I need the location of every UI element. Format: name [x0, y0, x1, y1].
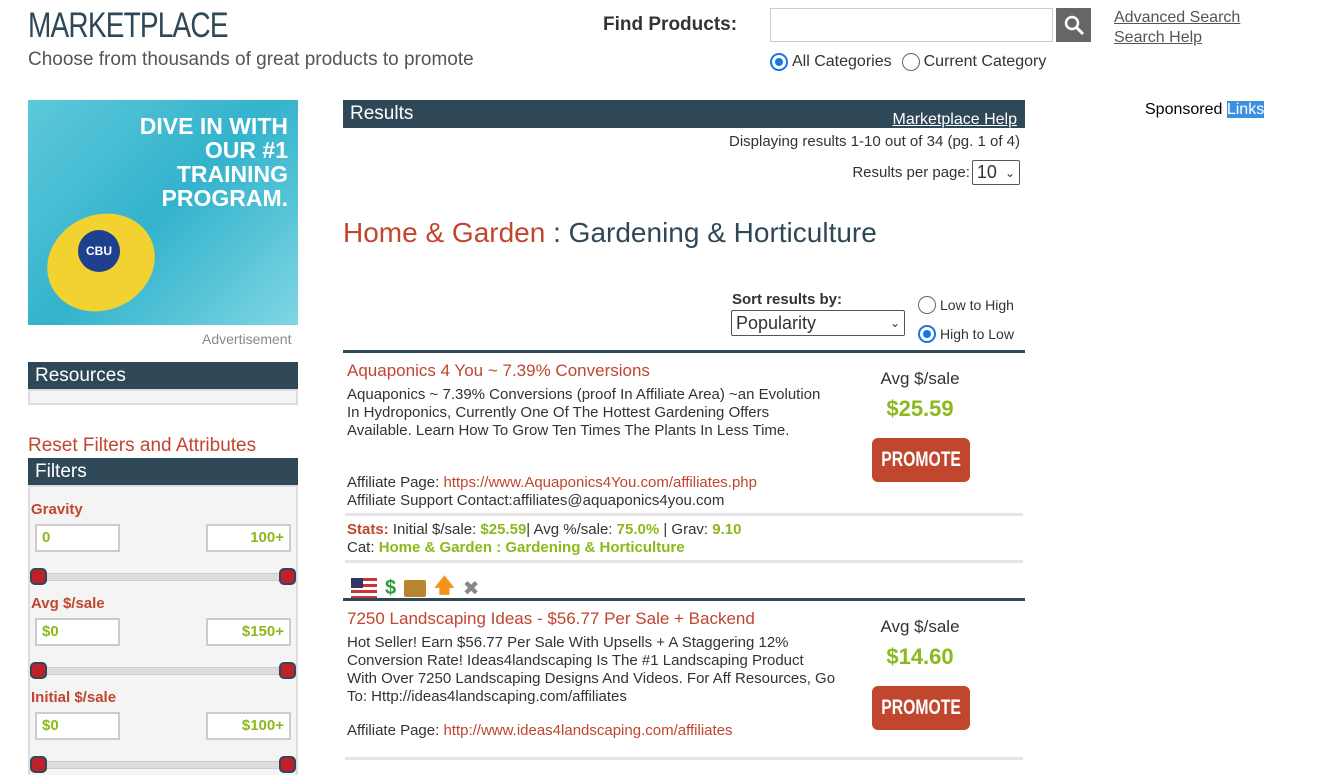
gravity-label: Gravity — [31, 501, 83, 518]
results-title: Results — [350, 103, 414, 124]
high-to-low-radio[interactable] — [918, 325, 936, 343]
all-categories-label: All Categories — [792, 53, 892, 70]
affiliate-page-label: Affiliate Page: — [347, 722, 444, 739]
product-item: Aquaponics 4 You ~ 7.39% Conversions Aqu… — [343, 350, 1025, 600]
slider-handle-min[interactable] — [30, 662, 47, 679]
resources-header: Resources — [28, 362, 298, 389]
high-to-low-label: High to Low — [940, 326, 1014, 342]
divider — [345, 560, 1023, 563]
breadcrumb: Home & Garden : Gardening & Horticulture — [343, 217, 877, 249]
chevron-down-icon: ⌄ — [889, 316, 900, 330]
current-category-radio[interactable] — [901, 53, 920, 71]
avg-sale-label: Avg $/sale — [31, 595, 105, 612]
gravity-max-input[interactable]: 100+ — [206, 524, 291, 552]
sort-label: Sort results by: — [732, 291, 843, 308]
filters-panel: Gravity 0 100+ Avg $/sale $0 $150+ Initi… — [28, 485, 298, 775]
page-title: MARKETPLACE — [28, 6, 228, 45]
initial-sale-max-input[interactable]: $100+ — [206, 712, 291, 740]
affiliate-page-link[interactable]: https://www.Aquaponics4You.com/affiliate… — [443, 474, 757, 491]
divider — [345, 513, 1023, 516]
product-item: 7250 Landscaping Ideas - $56.77 Per Sale… — [343, 598, 1025, 768]
slider-handle-max[interactable] — [279, 662, 296, 679]
initial-label: Initial $/sale: — [388, 521, 481, 538]
advertisement-banner[interactable]: DIVE IN WITH OUR #1 TRAINING PROGRAM. CB… — [28, 100, 298, 325]
cat-value[interactable]: Home & Garden : Gardening & Horticulture — [379, 539, 685, 556]
promote-button[interactable]: PROMOTE — [872, 438, 970, 482]
chevron-down-icon: ⌄ — [1004, 165, 1015, 180]
box-icon — [404, 579, 427, 597]
per-page-value: 10 — [976, 162, 997, 182]
divider — [345, 757, 1023, 760]
avg-sale-value: $14.60 — [886, 644, 954, 669]
affiliate-support: Affiliate Support Contact:affiliates@aqu… — [347, 492, 725, 509]
tools-icon: ✖ — [462, 577, 480, 600]
promote-button[interactable]: PROMOTE — [872, 686, 970, 730]
slider-handle-min[interactable] — [30, 568, 47, 585]
search-button[interactable] — [1056, 8, 1091, 42]
product-stats: Stats: Initial $/sale: $25.59| Avg %/sal… — [347, 521, 741, 557]
avg-pct-label: | Avg %/sale: — [526, 521, 617, 538]
find-products-label: Find Products: — [603, 14, 738, 35]
resources-box — [28, 389, 298, 405]
low-to-high-radio[interactable] — [918, 296, 936, 314]
product-title[interactable]: 7250 Landscaping Ideas - $56.77 Per Sale… — [347, 609, 755, 629]
slider-handle-max[interactable] — [279, 568, 296, 585]
initial-sale-slider[interactable] — [30, 756, 296, 773]
low-to-high-label: Low to High — [940, 297, 1014, 313]
advanced-search-link[interactable]: Advanced Search — [1114, 8, 1240, 28]
slider-handle-min[interactable] — [30, 756, 47, 773]
product-description: Hot Seller! Earn $56.77 Per Sale With Up… — [347, 634, 836, 705]
avg-sale-min-input[interactable]: $0 — [35, 618, 120, 646]
links-label[interactable]: Links — [1226, 101, 1265, 118]
slider-handle-max[interactable] — [279, 756, 296, 773]
results-count: Displaying results 1-10 out of 34 (pg. 1… — [729, 133, 1020, 150]
avg-sale-label: Avg $/sale — [880, 617, 960, 636]
sponsored-links: Sponsored Links — [1145, 101, 1265, 119]
advertisement-label: Advertisement — [202, 331, 292, 347]
gravity-min-input[interactable]: 0 — [35, 524, 120, 552]
affiliate-page-link[interactable]: http://www.ideas4landscaping.com/affilia… — [443, 722, 732, 739]
us-flag-icon — [351, 578, 377, 598]
avg-sale-value: $25.59 — [886, 396, 954, 421]
breadcrumb-parent[interactable]: Home & Garden — [343, 217, 545, 248]
initial-value: $25.59 — [480, 521, 527, 538]
promote-label: PROMOTE — [881, 696, 961, 719]
promote-label: PROMOTE — [881, 448, 961, 471]
all-categories-radio[interactable] — [770, 53, 788, 71]
stats-label: Stats: — [347, 521, 389, 538]
avg-sale-slider[interactable] — [30, 662, 296, 679]
product-description: Aquaponics ~ 7.39% Conversions (proof In… — [347, 386, 821, 439]
per-page-select[interactable]: 10 ⌄ — [971, 160, 1020, 185]
avg-sale-max-input[interactable]: $150+ — [206, 618, 291, 646]
avg-sale-label: Avg $/sale — [880, 369, 960, 388]
marketplace-help-link[interactable]: Marketplace Help — [893, 106, 1018, 128]
initial-sale-label: Initial $/sale — [31, 689, 117, 706]
tagline: Choose from thousands of great products … — [28, 49, 474, 70]
cat-label: Cat: — [347, 539, 379, 556]
sort-value: Popularity — [736, 312, 817, 333]
product-title[interactable]: Aquaponics 4 You ~ 7.39% Conversions — [347, 361, 650, 381]
avg-pct-value: 75.0% — [616, 521, 660, 538]
search-input[interactable] — [770, 8, 1053, 42]
gravity-slider[interactable] — [30, 568, 296, 585]
search-icon — [1064, 15, 1084, 36]
breadcrumb-separator: : — [545, 217, 569, 248]
ad-text: DIVE IN WITH OUR #1 TRAINING PROGRAM. — [139, 113, 288, 211]
results-header: Results Marketplace Help — [343, 100, 1025, 128]
grav-label: | Grav: — [659, 521, 713, 538]
sponsored-label: Sponsored — [1145, 101, 1223, 118]
current-category-label: Current Category — [923, 53, 1047, 70]
cbu-badge: CBU — [78, 230, 120, 272]
breadcrumb-current: Gardening & Horticulture — [568, 217, 877, 248]
per-page-label: Results per page: — [852, 164, 970, 181]
initial-sale-min-input[interactable]: $0 — [35, 712, 120, 740]
search-help-link[interactable]: Search Help — [1114, 28, 1240, 48]
reset-filters-link[interactable]: Reset Filters and Attributes — [28, 435, 256, 457]
dollar-icon: $ — [385, 576, 397, 599]
grav-value: 9.10 — [712, 521, 742, 538]
sort-select[interactable]: Popularity ⌄ — [731, 310, 905, 336]
filters-header: Filters — [28, 458, 298, 485]
affiliate-page-label: Affiliate Page: — [347, 474, 444, 491]
